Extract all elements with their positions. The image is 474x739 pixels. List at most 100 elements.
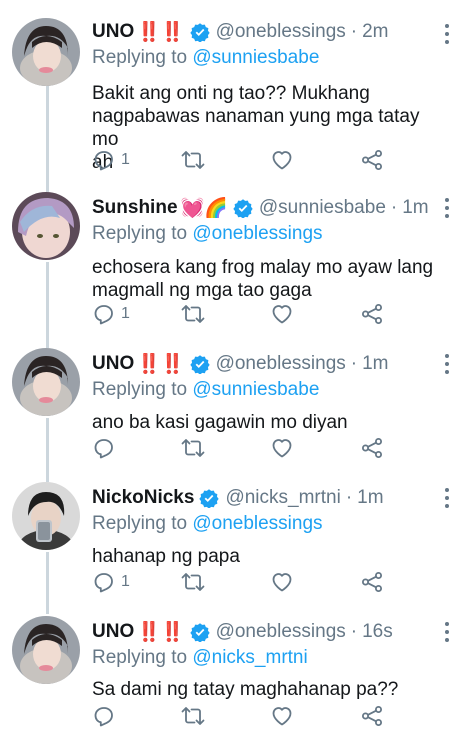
share-icon: [360, 436, 384, 460]
handle[interactable]: @sunniesbabe: [259, 197, 386, 219]
replying-to: Replying to @sunniesbabe: [92, 46, 438, 70]
verified-badge-icon: [189, 22, 210, 42]
replying-to: Replying to @sunniesbabe: [92, 378, 438, 402]
handle[interactable]: @nicks_mrtni: [225, 487, 340, 509]
tweet-text: Sa dami ng tatay maghahanap pa??: [92, 678, 438, 701]
display-name[interactable]: UNO: [92, 353, 134, 375]
timestamp[interactable]: 16s: [362, 621, 393, 643]
reply-button[interactable]: [92, 704, 121, 728]
heart-icon: [270, 570, 294, 594]
reply-icon: [92, 436, 116, 460]
timestamp[interactable]: 1m: [402, 197, 428, 219]
avatar[interactable]: [12, 616, 80, 684]
tweet[interactable]: UNO ‼️‼️ @oneblessings · 1m Replying to …: [0, 348, 474, 474]
tweet-text-line: nagpabawas nanaman yung mga tatay mo: [92, 106, 420, 150]
mention-link[interactable]: @nicks_mrtni: [192, 647, 307, 668]
tweet-text: hahanap ng papa: [92, 545, 438, 568]
reply-icon: [92, 704, 116, 728]
reply-icon: [92, 302, 116, 326]
display-name[interactable]: UNO: [92, 21, 134, 43]
reply-button[interactable]: 1: [92, 302, 130, 326]
retweet-button[interactable]: [180, 148, 206, 172]
replying-to-label: Replying to: [92, 223, 188, 244]
avatar[interactable]: [12, 482, 80, 550]
share-button[interactable]: [360, 570, 384, 594]
tweet[interactable]: NickoNicks @nicks_mrtni · 1m Replying to…: [0, 482, 474, 608]
timestamp[interactable]: 2m: [362, 21, 388, 43]
avatar[interactable]: [12, 18, 80, 86]
reply-count: 1: [121, 573, 130, 590]
avatar[interactable]: [12, 348, 80, 416]
retweet-icon: [180, 148, 206, 172]
verified-badge-icon: [233, 198, 253, 218]
retweet-button[interactable]: [180, 436, 206, 460]
mention-link[interactable]: @sunniesbabe: [192, 379, 319, 400]
reply-button[interactable]: 1: [92, 148, 130, 172]
display-name[interactable]: Sunshine: [92, 197, 178, 219]
heart-icon: [270, 704, 294, 728]
more-options-icon[interactable]: [440, 196, 454, 220]
tweet-text-line: magmall ng mga tao gaga: [92, 280, 312, 301]
share-icon: [360, 302, 384, 326]
retweet-button[interactable]: [180, 570, 206, 594]
share-icon: [360, 570, 384, 594]
display-name[interactable]: UNO: [92, 621, 134, 643]
replying-to-label: Replying to: [92, 647, 188, 668]
name-emoji: ‼️‼️: [137, 22, 185, 43]
like-button[interactable]: [270, 704, 294, 728]
share-icon: [360, 704, 384, 728]
name-emoji: ‼️‼️: [137, 354, 185, 375]
tweet-text: echosera kang frog malay mo ayaw lang ma…: [92, 256, 438, 302]
display-name[interactable]: NickoNicks: [92, 487, 194, 509]
avatar[interactable]: [12, 192, 80, 260]
more-options-icon[interactable]: [440, 620, 454, 644]
reply-count: 1: [121, 305, 130, 322]
mention-link[interactable]: @oneblessings: [192, 223, 322, 244]
share-button[interactable]: [360, 704, 384, 728]
tweet-text-line: Sa dami ng tatay maghahanap pa??: [92, 679, 399, 700]
reply-button[interactable]: [92, 436, 121, 460]
retweet-button[interactable]: [180, 704, 206, 728]
like-button[interactable]: [270, 302, 294, 326]
retweet-icon: [180, 436, 206, 460]
share-button[interactable]: [360, 148, 384, 172]
timestamp[interactable]: 1m: [362, 353, 388, 375]
retweet-icon: [180, 704, 206, 728]
mention-link[interactable]: @oneblessings: [192, 513, 322, 534]
share-button[interactable]: [360, 302, 384, 326]
retweet-button[interactable]: [180, 302, 206, 326]
more-options-icon[interactable]: [440, 352, 454, 376]
like-button[interactable]: [270, 436, 294, 460]
replying-to-label: Replying to: [92, 47, 188, 68]
mention-link[interactable]: @sunniesbabe: [192, 47, 319, 68]
tweet-text-line: hahanap ng papa: [92, 546, 240, 567]
more-options-icon[interactable]: [440, 22, 454, 46]
tweet-actions: 1: [92, 302, 422, 326]
handle[interactable]: @oneblessings: [216, 353, 346, 375]
more-options-icon[interactable]: [440, 486, 454, 510]
name-emoji: 💓🌈: [180, 198, 228, 219]
tweet[interactable]: UNO ‼️‼️ @oneblessings · 16s Replying to…: [0, 616, 474, 739]
handle[interactable]: @oneblessings: [216, 21, 346, 43]
tweet-actions: 1: [92, 148, 422, 172]
tweet-actions: [92, 436, 422, 460]
handle[interactable]: @oneblessings: [216, 621, 346, 643]
tweet-actions: 1: [92, 570, 422, 594]
share-button[interactable]: [360, 436, 384, 460]
replying-to: Replying to @nicks_mrtni: [92, 646, 438, 670]
like-button[interactable]: [270, 570, 294, 594]
like-button[interactable]: [270, 148, 294, 172]
tweet[interactable]: UNO ‼️‼️ @oneblessings · 2m Replying to …: [0, 0, 474, 185]
heart-icon: [270, 148, 294, 172]
separator-dot: ·: [345, 487, 353, 508]
separator-dot: ·: [350, 621, 358, 642]
timestamp[interactable]: 1m: [357, 487, 383, 509]
tweet[interactable]: Sunshine 💓🌈 @sunniesbabe · 1m Replying t…: [0, 192, 474, 340]
tweet-text: ano ba kasi gagawin mo diyan: [92, 411, 438, 434]
reply-button[interactable]: 1: [92, 570, 130, 594]
reply-icon: [92, 570, 116, 594]
separator-dot: ·: [350, 353, 358, 374]
replying-to: Replying to @oneblessings: [92, 512, 438, 536]
replying-to-label: Replying to: [92, 379, 188, 400]
heart-icon: [270, 436, 294, 460]
